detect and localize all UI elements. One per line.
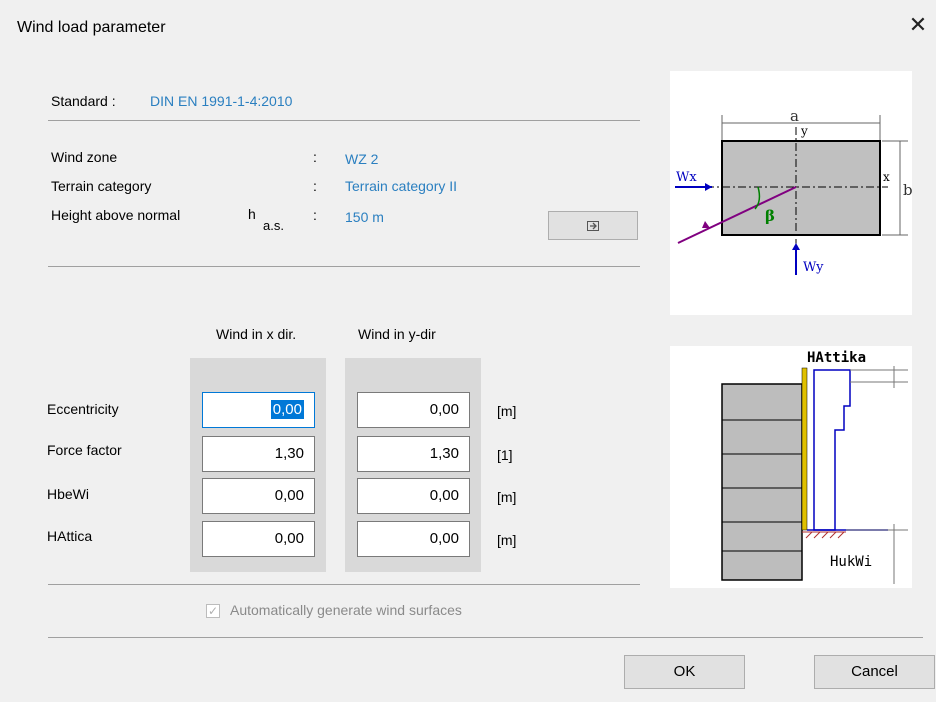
wind-zone-label: Wind zone [51,149,118,165]
wx-label: Wx [676,170,697,185]
unit-label: [m] [497,532,517,548]
column-header-y: Wind in y-dir [358,326,436,342]
unit-label: [m] [497,403,517,419]
row-label-hbewi: HbeWi [47,486,90,502]
standard-value: DIN EN 1991-1-4:2010 [150,93,293,109]
height-value: 150 m [345,209,384,225]
close-icon[interactable]: ✕ [905,12,931,38]
hattika-label: HAttika [807,350,866,366]
divider [48,584,640,585]
hbewi-y-input[interactable]: 0,00 [357,478,470,514]
beta-label: β [765,207,775,225]
colon: : [313,149,317,165]
unit-label: [1] [497,447,513,463]
divider [48,637,923,638]
ok-button[interactable]: OK [624,655,745,689]
height-subscript: a.s. [263,218,284,233]
eccentricity-y-input[interactable]: 0,00 [357,392,470,428]
y-axis-label: y [800,124,808,138]
hbewi-x-input[interactable]: 0,00 [202,478,315,514]
plan-view-drawing: a b y x Wx Wy β [675,107,913,275]
terrain-category-label: Terrain category [51,178,152,194]
column-header-x: Wind in x dir. [216,326,297,342]
auto-generate-label: Automatically generate wind surfaces [230,602,462,618]
dim-b-label: b [903,181,912,199]
height-label: Height above normal [51,207,181,223]
divider [48,120,640,121]
enter-icon [587,221,599,231]
row-label-force-factor: Force factor [47,442,122,458]
dim-a-label: a [790,107,799,125]
x-axis-label: x [883,170,890,184]
force-factor-y-input[interactable]: 1,30 [357,436,470,472]
section-view-drawing: HAttika HukWi [721,350,908,584]
divider [48,266,640,267]
hattica-x-input[interactable]: 0,00 [202,521,315,557]
colon: : [313,207,317,223]
height-edit-button[interactable] [548,211,638,240]
cancel-button[interactable]: Cancel [814,655,935,689]
colon: : [313,178,317,194]
height-symbol: h [248,206,256,222]
force-factor-x-input[interactable]: 1,30 [202,436,315,472]
wy-label: Wy [803,260,824,275]
attica-section-diagram: HAttika HukWi [670,346,912,588]
auto-generate-checkbox[interactable]: ✓ [206,604,220,618]
row-label-eccentricity: Eccentricity [47,401,119,417]
hattica-y-input[interactable]: 0,00 [357,521,470,557]
standard-label: Standard : [51,93,116,109]
hukwi-label: HukWi [830,554,872,570]
wind-direction-diagram: a b y x Wx Wy β [670,71,913,315]
window-title: Wind load parameter [17,19,166,36]
eccentricity-x-input[interactable]: 0,00 [202,392,315,428]
row-label-hattica: HAttica [47,528,93,544]
wind-zone-value: WZ 2 [345,151,379,167]
terrain-category-value: Terrain category II [345,178,458,194]
unit-label: [m] [497,489,517,505]
